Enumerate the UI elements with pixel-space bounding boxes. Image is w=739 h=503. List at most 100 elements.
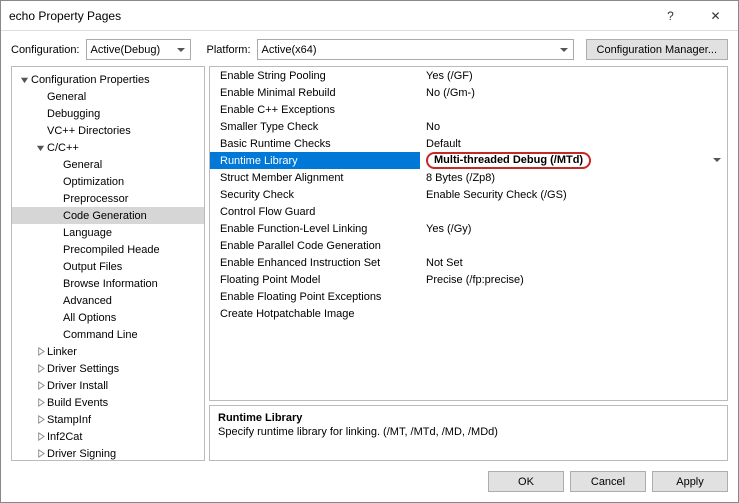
property-name: Runtime Library bbox=[210, 155, 420, 167]
tree-item[interactable]: Advanced bbox=[12, 292, 204, 309]
chevron-right-icon[interactable] bbox=[34, 380, 46, 392]
cancel-button[interactable]: Cancel bbox=[570, 471, 646, 492]
configuration-dropdown[interactable]: Active(Debug) bbox=[86, 39, 191, 60]
property-row[interactable]: Basic Runtime ChecksDefault bbox=[210, 135, 727, 152]
chevron-right-icon[interactable] bbox=[34, 363, 46, 375]
tree-item[interactable]: Code Generation bbox=[12, 207, 204, 224]
tree-item[interactable]: All Options bbox=[12, 309, 204, 326]
configuration-manager-button[interactable]: Configuration Manager... bbox=[586, 39, 728, 60]
tree-item-label: VC++ Directories bbox=[47, 125, 131, 137]
tree-indent bbox=[34, 91, 46, 103]
property-name: Smaller Type Check bbox=[210, 121, 420, 133]
property-name: Enable Minimal Rebuild bbox=[210, 87, 420, 99]
tree-item-label: Build Events bbox=[47, 397, 108, 409]
tree-item[interactable]: General bbox=[12, 88, 204, 105]
close-icon[interactable]: ✕ bbox=[693, 1, 738, 31]
tree-indent bbox=[50, 278, 62, 290]
tree-item[interactable]: Configuration Properties bbox=[12, 71, 204, 88]
tree-item-label: Command Line bbox=[63, 329, 138, 341]
tree-item-label: Debugging bbox=[47, 108, 100, 120]
tree-item[interactable]: General bbox=[12, 156, 204, 173]
chevron-right-icon[interactable] bbox=[34, 431, 46, 443]
chevron-right-icon[interactable] bbox=[34, 397, 46, 409]
property-value: Enable Security Check (/GS) bbox=[420, 189, 727, 201]
property-row[interactable]: Enable Floating Point Exceptions bbox=[210, 288, 727, 305]
tree-indent bbox=[50, 210, 62, 222]
chevron-right-icon[interactable] bbox=[34, 448, 46, 460]
tree-item[interactable]: Driver Install bbox=[12, 377, 204, 394]
tree-item-label: Precompiled Heade bbox=[63, 244, 160, 256]
property-name: Enable C++ Exceptions bbox=[210, 104, 420, 116]
property-pages-dialog: echo Property Pages ? ✕ Configuration: A… bbox=[0, 0, 739, 503]
property-row[interactable]: Smaller Type CheckNo bbox=[210, 118, 727, 135]
chevron-right-icon[interactable] bbox=[34, 346, 46, 358]
property-row[interactable]: Enable Minimal RebuildNo (/Gm-) bbox=[210, 84, 727, 101]
tree-item-label: Output Files bbox=[63, 261, 122, 273]
help-icon[interactable]: ? bbox=[648, 1, 693, 31]
property-row[interactable]: Enable Parallel Code Generation bbox=[210, 237, 727, 254]
platform-value: Active(x64) bbox=[262, 44, 317, 56]
tree-item[interactable]: Language bbox=[12, 224, 204, 241]
property-value: Yes (/Gy) bbox=[420, 223, 727, 235]
property-name: Basic Runtime Checks bbox=[210, 138, 420, 150]
tree-item[interactable]: Command Line bbox=[12, 326, 204, 343]
tree-indent bbox=[50, 176, 62, 188]
property-row[interactable]: Struct Member Alignment8 Bytes (/Zp8) bbox=[210, 169, 727, 186]
tree-indent bbox=[50, 295, 62, 307]
property-row[interactable]: Enable C++ Exceptions bbox=[210, 101, 727, 118]
tree-item[interactable]: Build Events bbox=[12, 394, 204, 411]
property-row[interactable]: Create Hotpatchable Image bbox=[210, 305, 727, 322]
property-grid[interactable]: Enable String PoolingYes (/GF)Enable Min… bbox=[209, 66, 728, 401]
tree-indent bbox=[50, 244, 62, 256]
property-value: Not Set bbox=[420, 257, 727, 269]
tree-item-label: Code Generation bbox=[63, 210, 147, 222]
property-name: Enable String Pooling bbox=[210, 70, 420, 82]
property-value: No bbox=[420, 121, 727, 133]
ok-button[interactable]: OK bbox=[488, 471, 564, 492]
apply-button[interactable]: Apply bbox=[652, 471, 728, 492]
tree-item[interactable]: StampInf bbox=[12, 411, 204, 428]
tree-item-label: C/C++ bbox=[47, 142, 79, 154]
property-name: Struct Member Alignment bbox=[210, 172, 420, 184]
tree-item[interactable]: Output Files bbox=[12, 258, 204, 275]
tree-indent bbox=[50, 159, 62, 171]
tree-item[interactable]: Preprocessor bbox=[12, 190, 204, 207]
tree-item[interactable]: Linker bbox=[12, 343, 204, 360]
tree-item-label: Optimization bbox=[63, 176, 124, 188]
property-row[interactable]: Control Flow Guard bbox=[210, 203, 727, 220]
property-name: Control Flow Guard bbox=[210, 206, 420, 218]
property-row[interactable]: Enable Enhanced Instruction SetNot Set bbox=[210, 254, 727, 271]
property-name: Security Check bbox=[210, 189, 420, 201]
tree-item[interactable]: Debugging bbox=[12, 105, 204, 122]
tree-item-label: Advanced bbox=[63, 295, 112, 307]
tree-item[interactable]: Precompiled Heade bbox=[12, 241, 204, 258]
platform-label: Platform: bbox=[207, 44, 251, 56]
property-value: 8 Bytes (/Zp8) bbox=[420, 172, 727, 184]
property-value: Yes (/GF) bbox=[420, 70, 727, 82]
property-row[interactable]: Runtime Library Multi-threaded Debug (/MT… bbox=[210, 152, 727, 169]
chevron-down-icon[interactable] bbox=[18, 74, 30, 86]
tree-pane[interactable]: Configuration Properties General Debugging… bbox=[11, 66, 205, 461]
property-row[interactable]: Enable Function-Level LinkingYes (/Gy) bbox=[210, 220, 727, 237]
tree-item-label: Browse Information bbox=[63, 278, 158, 290]
platform-dropdown[interactable]: Active(x64) bbox=[257, 39, 574, 60]
chevron-down-icon[interactable] bbox=[34, 142, 46, 154]
titlebar: echo Property Pages ? ✕ bbox=[1, 1, 738, 31]
chevron-right-icon[interactable] bbox=[34, 414, 46, 426]
tree-item[interactable]: Optimization bbox=[12, 173, 204, 190]
tree-item[interactable]: Driver Signing bbox=[12, 445, 204, 461]
tree-indent bbox=[34, 125, 46, 137]
tree-item[interactable]: VC++ Directories bbox=[12, 122, 204, 139]
property-row[interactable]: Security CheckEnable Security Check (/GS… bbox=[210, 186, 727, 203]
tree-item[interactable]: Browse Information bbox=[12, 275, 204, 292]
tree-item[interactable]: Inf2Cat bbox=[12, 428, 204, 445]
tree-item[interactable]: Driver Settings bbox=[12, 360, 204, 377]
tree-item[interactable]: C/C++ bbox=[12, 139, 204, 156]
property-value[interactable]: Multi-threaded Debug (/MTd) bbox=[420, 152, 727, 169]
property-row[interactable]: Enable String PoolingYes (/GF) bbox=[210, 67, 727, 84]
tree-indent bbox=[50, 227, 62, 239]
property-name: Enable Enhanced Instruction Set bbox=[210, 257, 420, 269]
property-value-highlight: Multi-threaded Debug (/MTd) bbox=[426, 152, 591, 169]
tree-item-label: Configuration Properties bbox=[31, 74, 150, 86]
property-row[interactable]: Floating Point ModelPrecise (/fp:precise… bbox=[210, 271, 727, 288]
